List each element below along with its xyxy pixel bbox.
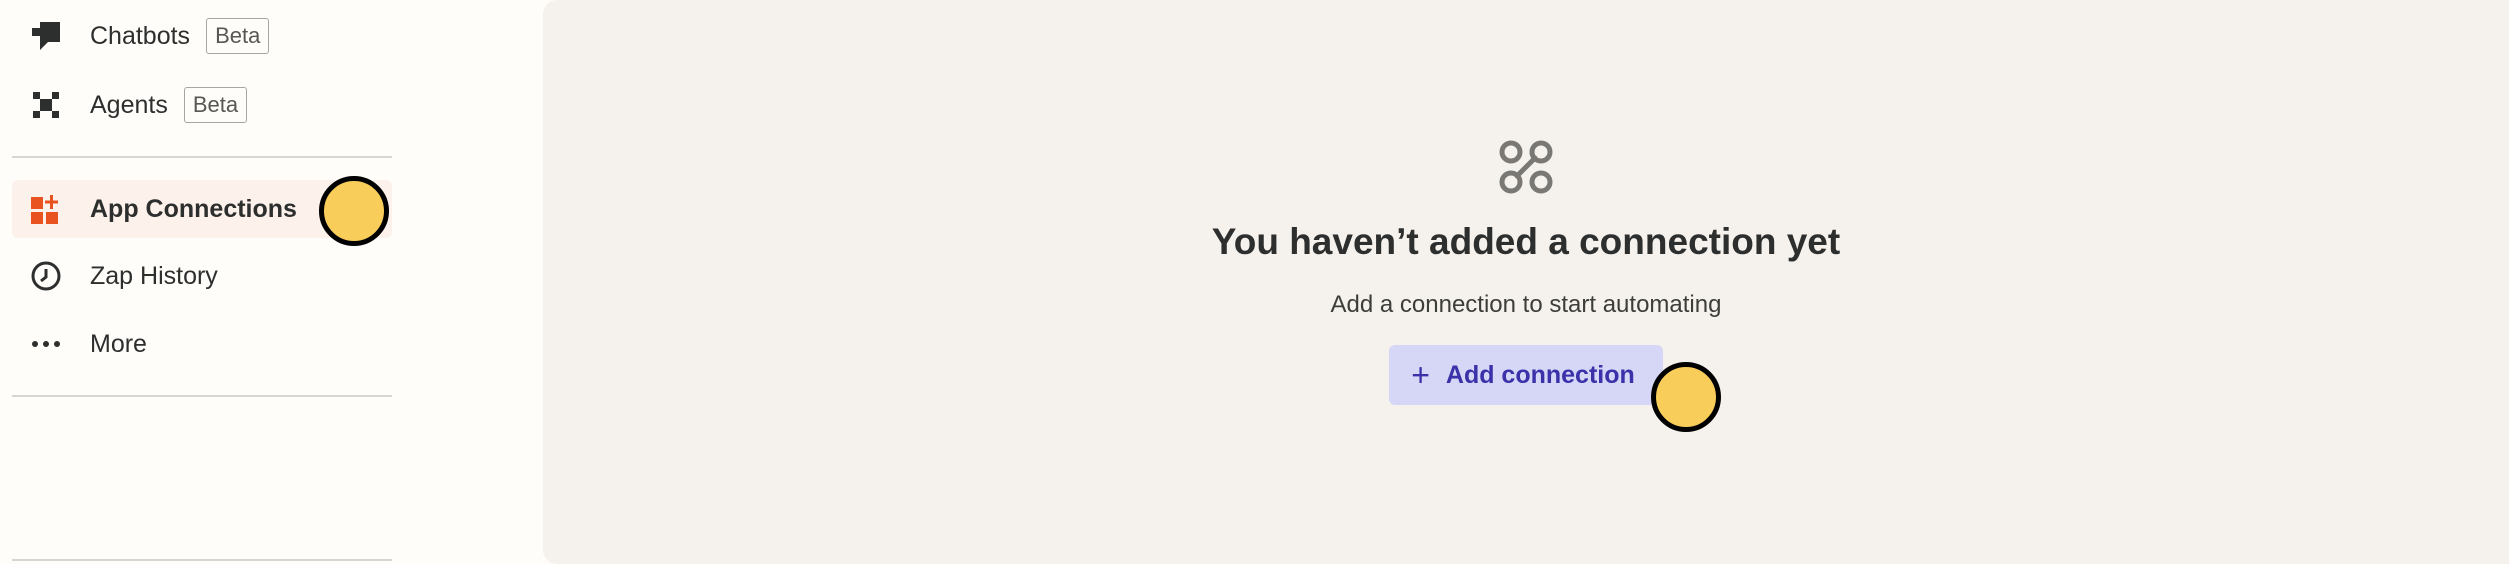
- empty-state: You haven’t added a connection yet Add a…: [543, 135, 2509, 405]
- sidebar-item-more[interactable]: More: [12, 315, 392, 373]
- more-dots-icon: [28, 326, 64, 362]
- click-marker: [319, 176, 389, 246]
- app-connections-icon: [28, 191, 64, 227]
- sidebar-item-label: Agents: [90, 90, 168, 119]
- add-connection-button[interactable]: + Add connection: [1389, 345, 1663, 405]
- add-connection-label: Add connection: [1445, 360, 1635, 389]
- sidebar-item-label: App Connections: [90, 194, 297, 223]
- chatbot-icon: [28, 18, 64, 54]
- click-marker: [1651, 362, 1721, 432]
- main-content: You haven’t added a connection yet Add a…: [543, 0, 2509, 564]
- empty-state-title: You haven’t added a connection yet: [1211, 221, 1841, 262]
- clock-icon: [28, 258, 64, 294]
- sidebar-divider: [12, 559, 392, 561]
- sidebar: Chatbots Beta Agents Beta App Connection…: [0, 0, 400, 564]
- connections-icon: [1494, 135, 1558, 199]
- sidebar-item-label: Zap History: [90, 261, 218, 290]
- beta-badge: Beta: [206, 18, 270, 54]
- sidebar-item-label: More: [90, 329, 147, 358]
- sidebar-item-zap-history[interactable]: Zap History: [12, 247, 392, 305]
- agents-icon: [28, 87, 64, 123]
- sidebar-divider: [12, 395, 392, 397]
- sidebar-item-label: Chatbots: [90, 21, 191, 50]
- empty-state-subtitle: Add a connection to start automating: [1330, 291, 1722, 318]
- beta-badge: Beta: [183, 87, 248, 123]
- plus-icon: +: [1411, 357, 1430, 393]
- sidebar-divider: [12, 156, 392, 158]
- sidebar-item-agents[interactable]: Agents Beta: [12, 76, 392, 134]
- sidebar-item-chatbots[interactable]: Chatbots Beta: [12, 7, 392, 65]
